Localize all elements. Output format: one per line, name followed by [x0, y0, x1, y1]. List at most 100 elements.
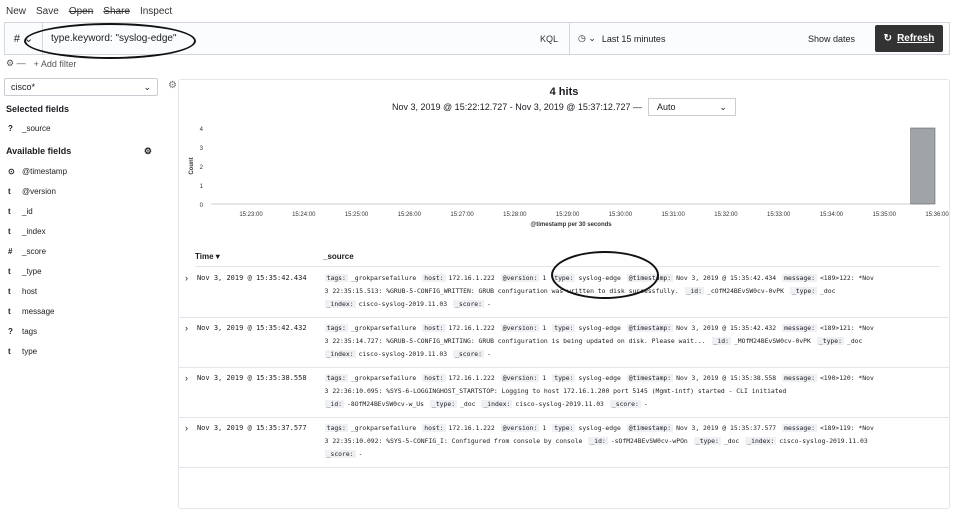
time-picker[interactable]: ◷ ⌄ Last 15 minutes Show dates: [569, 23, 869, 54]
field-value: -: [487, 350, 491, 358]
kql-toggle[interactable]: KQL: [529, 34, 569, 44]
gear-icon[interactable]: ⚙ —: [6, 58, 26, 69]
table-row[interactable]: › Nov 3, 2019 @ 15:35:42.432 tags: _grokpar…: [179, 318, 949, 368]
show-dates-button[interactable]: Show dates: [808, 34, 869, 44]
field-value: _doc: [820, 287, 836, 295]
field-name: @version: [22, 186, 56, 196]
field-key: @version:: [500, 424, 540, 432]
field-value: <190>120: *Nov: [819, 374, 874, 382]
field-name: @timestamp: [22, 166, 68, 176]
field-key: @version:: [500, 374, 540, 382]
column-time[interactable]: Time ▾: [195, 252, 323, 261]
field-type-icon: t: [8, 226, 11, 236]
field-key: _score:: [609, 400, 641, 408]
x-tick-label: 15:25:00: [345, 212, 369, 218]
query-bar: # ⌄ type.keyword: "syslog-edge" KQL ◷ ⌄ …: [4, 22, 950, 55]
chevron-down-icon: ⌄: [719, 101, 727, 112]
field-type-icon: t: [8, 346, 11, 356]
field-key: @version:: [500, 274, 540, 282]
settings-icon[interactable]: ⚙: [144, 146, 152, 157]
time-range-row: Nov 3, 2019 @ 15:22:12.727 - Nov 3, 2019…: [179, 98, 949, 116]
time-range-text: Nov 3, 2019 @ 15:22:12.727 - Nov 3, 2019…: [392, 102, 642, 112]
field-value: Nov 3, 2019 @ 15:35:38.558: [676, 374, 777, 382]
field-item-host[interactable]: t host: [4, 281, 172, 301]
menu-open[interactable]: Open: [69, 6, 93, 17]
source-line: tags: _grokparsefailure host: 172.16.1.222 @…: [324, 322, 943, 335]
menu-inspect[interactable]: Inspect: [140, 6, 172, 17]
field-item-version[interactable]: t @version: [4, 181, 172, 201]
field-type-icon: #: [8, 246, 13, 256]
field-item-index[interactable]: t _index: [4, 221, 172, 241]
table-row[interactable]: › Nov 3, 2019 @ 15:35:37.577 tags: _grokpar…: [179, 418, 949, 468]
field-item-message[interactable]: t message: [4, 301, 172, 321]
field-value: cisco-syslog-2019.11.03: [515, 400, 604, 408]
field-key: type:: [552, 424, 576, 432]
source-line: tags: _grokparsefailure host: 172.16.1.222 @…: [324, 272, 943, 285]
field-value: 172.16.1.222: [448, 374, 495, 382]
field-key: _index:: [324, 300, 356, 308]
interval-select[interactable]: Auto ⌄: [647, 98, 736, 116]
row-source: tags: _grokparsefailure host: 172.16.1.222 @…: [324, 322, 943, 361]
source-line: _index: cisco-syslog-2019.11.03 _score: -: [324, 348, 943, 361]
expand-icon[interactable]: ›: [185, 322, 197, 361]
field-type-icon: ?: [8, 326, 13, 336]
field-value: Nov 3, 2019 @ 15:35:37.577: [676, 424, 777, 432]
expand-icon[interactable]: ›: [185, 272, 197, 311]
field-key: _index:: [481, 400, 513, 408]
field-name: host: [22, 286, 38, 296]
source-line: 3 22:35:14.727: %GRUB-5-CONFIG_WRITING: …: [325, 335, 943, 348]
field-key: message:: [782, 274, 817, 282]
field-value: syslog-edge: [578, 274, 621, 282]
field-item-type[interactable]: t type: [4, 341, 172, 361]
field-item-type[interactable]: t _type: [4, 261, 172, 281]
top-menu: New Save Open Share Inspect: [6, 6, 172, 17]
field-key: @timestamp:: [626, 324, 674, 332]
field-item-id[interactable]: t _id: [4, 201, 172, 221]
field-key: host:: [422, 324, 446, 332]
gear-icon[interactable]: ⚙: [168, 80, 177, 91]
field-key: host:: [422, 374, 446, 382]
field-key: message:: [782, 324, 817, 332]
x-tick-label: 15:34:00: [820, 212, 844, 218]
histogram-chart: 0 1 2 3 4 15:23:00 15:24:00 15:25:00 15:26:00 15:…: [189, 127, 949, 228]
refresh-button[interactable]: ↻ Refresh: [875, 25, 943, 52]
field-key: tags:: [324, 374, 348, 382]
index-pattern-select[interactable]: cisco* ⌄: [4, 78, 158, 96]
x-tick-label: 15:28:00: [503, 212, 527, 218]
field-value: syslog-edge: [578, 424, 621, 432]
menu-new[interactable]: New: [6, 6, 26, 17]
row-source: tags: _grokparsefailure host: 172.16.1.222 @…: [324, 422, 943, 461]
refresh-label: Refresh: [897, 33, 935, 44]
field-item-score[interactable]: # _score: [4, 241, 172, 261]
table-row[interactable]: › Nov 3, 2019 @ 15:35:42.434 tags: _grokpar…: [179, 268, 949, 318]
field-key: host:: [422, 274, 446, 282]
y-tick-label: 0: [200, 203, 204, 209]
menu-save[interactable]: Save: [36, 6, 59, 17]
field-item-timestamp[interactable]: ⊙ @timestamp: [4, 161, 172, 181]
field-item-source[interactable]: ? _source: [4, 118, 172, 138]
x-tick-label: 15:32:00: [714, 212, 738, 218]
x-tick-label: 15:29:00: [556, 212, 580, 218]
field-value: 172.16.1.222: [448, 424, 495, 432]
field-value: -: [487, 300, 491, 308]
field-key: _type:: [429, 400, 458, 408]
table-row[interactable]: › Nov 3, 2019 @ 15:35:38.558 tags: _grokpar…: [179, 368, 949, 418]
add-filter-button[interactable]: + Add filter: [34, 59, 77, 69]
table-header: Time ▾ _source: [195, 252, 940, 267]
field-item-tags[interactable]: ? tags: [4, 321, 172, 341]
source-line: _score: -: [324, 448, 943, 461]
expand-icon[interactable]: ›: [185, 372, 197, 411]
y-tick-label: 4: [200, 127, 204, 133]
expand-icon[interactable]: ›: [185, 422, 197, 461]
row-source: tags: _grokparsefailure host: 172.16.1.222 @…: [324, 272, 943, 311]
clock-icon[interactable]: ◷ ⌄: [578, 33, 596, 44]
search-input[interactable]: type.keyword: "syslog-edge": [43, 23, 529, 54]
y-tick-label: 3: [200, 146, 204, 152]
field-value: _cOfM24BEvSW0cv-0vPK: [707, 287, 784, 295]
row-time: Nov 3, 2019 @ 15:35:42.432: [196, 324, 307, 332]
field-value: cisco-syslog-2019.11.03: [779, 437, 868, 445]
source-line: 3 22:35:15.513: %GRUB-5-CONFIG_WRITTEN: …: [325, 285, 943, 298]
menu-share[interactable]: Share: [103, 6, 130, 17]
field-key: message:: [782, 374, 817, 382]
query-language-button[interactable]: # ⌄: [5, 23, 43, 54]
